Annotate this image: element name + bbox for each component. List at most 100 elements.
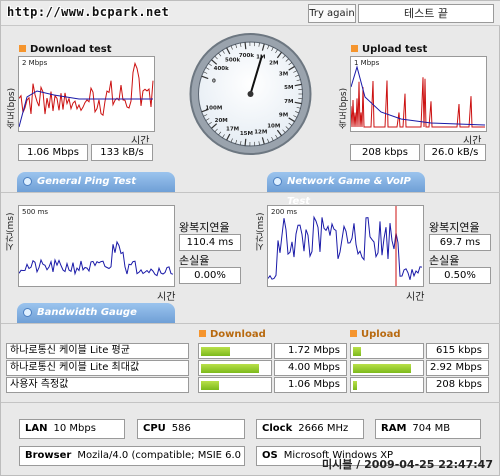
browser-label: Browser xyxy=(25,450,72,461)
download-bar xyxy=(198,360,272,376)
download-test-title: Download test xyxy=(19,44,112,55)
upload-chart-svg xyxy=(351,65,486,128)
upload-test-title: Upload test xyxy=(351,44,427,55)
gauge-tick-label: 700k xyxy=(239,53,254,59)
bandwidth-row-label: 사용자 측정값 xyxy=(6,377,189,393)
marker-icon xyxy=(199,330,206,337)
speed-test-app: http://www.bcpark.net Try again 테스트 끝 Do… xyxy=(0,0,500,476)
marker-icon xyxy=(350,330,357,337)
bandwidth-upload-header-text: Upload xyxy=(361,329,401,340)
download-bar-fill xyxy=(201,364,259,373)
gauge-tick-label: 17M xyxy=(226,127,239,133)
section-divider xyxy=(1,402,500,403)
speed-gauge: 0400k500k700k1M2M3M5M7M9M10M12M15M17M20M… xyxy=(189,33,312,155)
gauge-tick-label: 100M xyxy=(205,105,222,111)
upload-title-text: Upload test xyxy=(362,44,428,55)
ping-series-line xyxy=(19,240,174,277)
tab-network-game-voip[interactable]: Network Game & VoIP Test xyxy=(267,172,425,207)
clock-value: 2666 MHz xyxy=(298,423,349,434)
gauge-tick-label: 5M xyxy=(284,85,293,91)
tab-ping-label: General Ping Test xyxy=(37,176,137,187)
download-value: 1.72 Mbps xyxy=(274,343,347,359)
download-bar xyxy=(198,343,272,359)
download-ylabel: 속도(bps) xyxy=(7,87,17,129)
game-xlabel: 시간 xyxy=(406,292,425,303)
game-chart-svg xyxy=(268,206,423,286)
gauge-tick-label: 0 xyxy=(212,79,216,85)
globe-icon xyxy=(273,177,282,186)
download-kbs-value: 133 kB/s xyxy=(91,144,153,161)
tab-general-ping-test[interactable]: General Ping Test xyxy=(17,172,175,192)
tab-bandwidth-label: Bandwidth Gauge xyxy=(37,307,137,318)
download-bar-fill xyxy=(201,347,231,356)
download-bar xyxy=(198,377,272,393)
gauge-tick-label: 15M xyxy=(240,131,253,137)
download-plot: 2 Mbps xyxy=(18,56,155,132)
cpu-value: 586 xyxy=(171,423,191,434)
try-again-button[interactable]: Try again xyxy=(308,4,356,23)
ping-loss-label: 손실율 xyxy=(179,254,210,267)
browser-info: Browser Mozila/4.0 (compatible; MSIE 6.0 xyxy=(19,446,245,466)
gauge-tick-label: 7M xyxy=(284,99,293,105)
gauge-tick xyxy=(244,138,247,146)
ping-plot: 500 ms xyxy=(18,205,175,287)
ping-chart-svg xyxy=(19,240,174,277)
os-label: OS xyxy=(262,450,278,461)
upload-kbs-value: 26.0 kB/s xyxy=(424,144,486,161)
ping-loss-value: 0.00% xyxy=(179,267,241,284)
status-text: 테스트 끝 xyxy=(358,4,494,23)
ping-ylabel: 시간(ms) xyxy=(6,212,16,251)
marker-icon xyxy=(19,45,26,52)
ping-rtt-value: 110.4 ms xyxy=(179,234,241,251)
upload-value: 208 kbps xyxy=(426,377,489,393)
download-value: 1.06 Mbps xyxy=(274,377,347,393)
lan-info: LAN 10 Mbps xyxy=(19,419,125,439)
download-value: 4.00 Mbps xyxy=(274,360,347,376)
tab-bandwidth-gauge[interactable]: Bandwidth Gauge xyxy=(17,303,175,323)
upload-value: 615 kbps xyxy=(426,343,489,359)
gauge-tick-label: 10M xyxy=(267,123,280,129)
upload-bar-fill xyxy=(353,381,358,390)
upload-bar xyxy=(350,360,424,376)
game-rtt-label: 왕복지연율 xyxy=(429,221,480,234)
download-chart-svg xyxy=(19,61,154,128)
gauge-tick-label: 400k xyxy=(214,66,229,72)
upload-ylabel: 속도(bps) xyxy=(339,87,349,129)
cpu-label: CPU xyxy=(143,423,166,434)
lan-value: 10 Mbps xyxy=(53,423,96,434)
download-title-text: Download test xyxy=(30,44,112,55)
upload-bar xyxy=(350,377,424,393)
upload-bar xyxy=(350,343,424,359)
site-url[interactable]: http://www.bcpark.net xyxy=(7,5,169,19)
bandwidth-row-label: 하나로통신 케이블 Lite 평균 xyxy=(6,343,189,359)
download-bar-fill xyxy=(201,381,219,390)
browser-value: Mozila/4.0 (compatible; MSIE 6.0 xyxy=(77,450,242,461)
gauge-hub xyxy=(247,91,254,97)
game-ylabel: 시간(ms) xyxy=(256,212,266,251)
section-divider xyxy=(1,192,500,193)
upload-kbps-value: 208 kbps xyxy=(350,144,420,161)
clock-label: Clock xyxy=(262,423,293,434)
ram-info: RAM 704 MB xyxy=(375,419,481,439)
cpu-info: CPU 586 xyxy=(137,419,245,439)
game-series-line xyxy=(268,215,423,280)
ping-xlabel: 시간 xyxy=(157,292,176,303)
upload-plot: 1 Mbps xyxy=(350,56,487,132)
lan-label: LAN xyxy=(25,423,48,434)
gauge-tick xyxy=(244,42,247,50)
footer-timestamp: 미시블 / 2009-04-25 22:47:47 xyxy=(322,458,493,471)
upload-value: 2.92 Mbps xyxy=(426,360,489,376)
marker-icon xyxy=(351,45,358,52)
download-series-line xyxy=(19,61,154,117)
globe-icon xyxy=(23,308,32,317)
gauge-tick-label: 20M xyxy=(215,118,228,124)
bandwidth-download-header: Download xyxy=(199,329,266,340)
upload-bar-fill xyxy=(353,364,411,373)
ram-label: RAM xyxy=(381,423,407,434)
gauge-tick-label: 12M xyxy=(254,130,267,136)
game-loss-label: 손실율 xyxy=(429,254,460,267)
gauge-tick-label: 3M xyxy=(279,71,288,77)
bandwidth-upload-header: Upload xyxy=(350,329,400,340)
upload-bar-fill xyxy=(353,347,362,356)
game-loss-value: 0.50% xyxy=(429,267,491,284)
